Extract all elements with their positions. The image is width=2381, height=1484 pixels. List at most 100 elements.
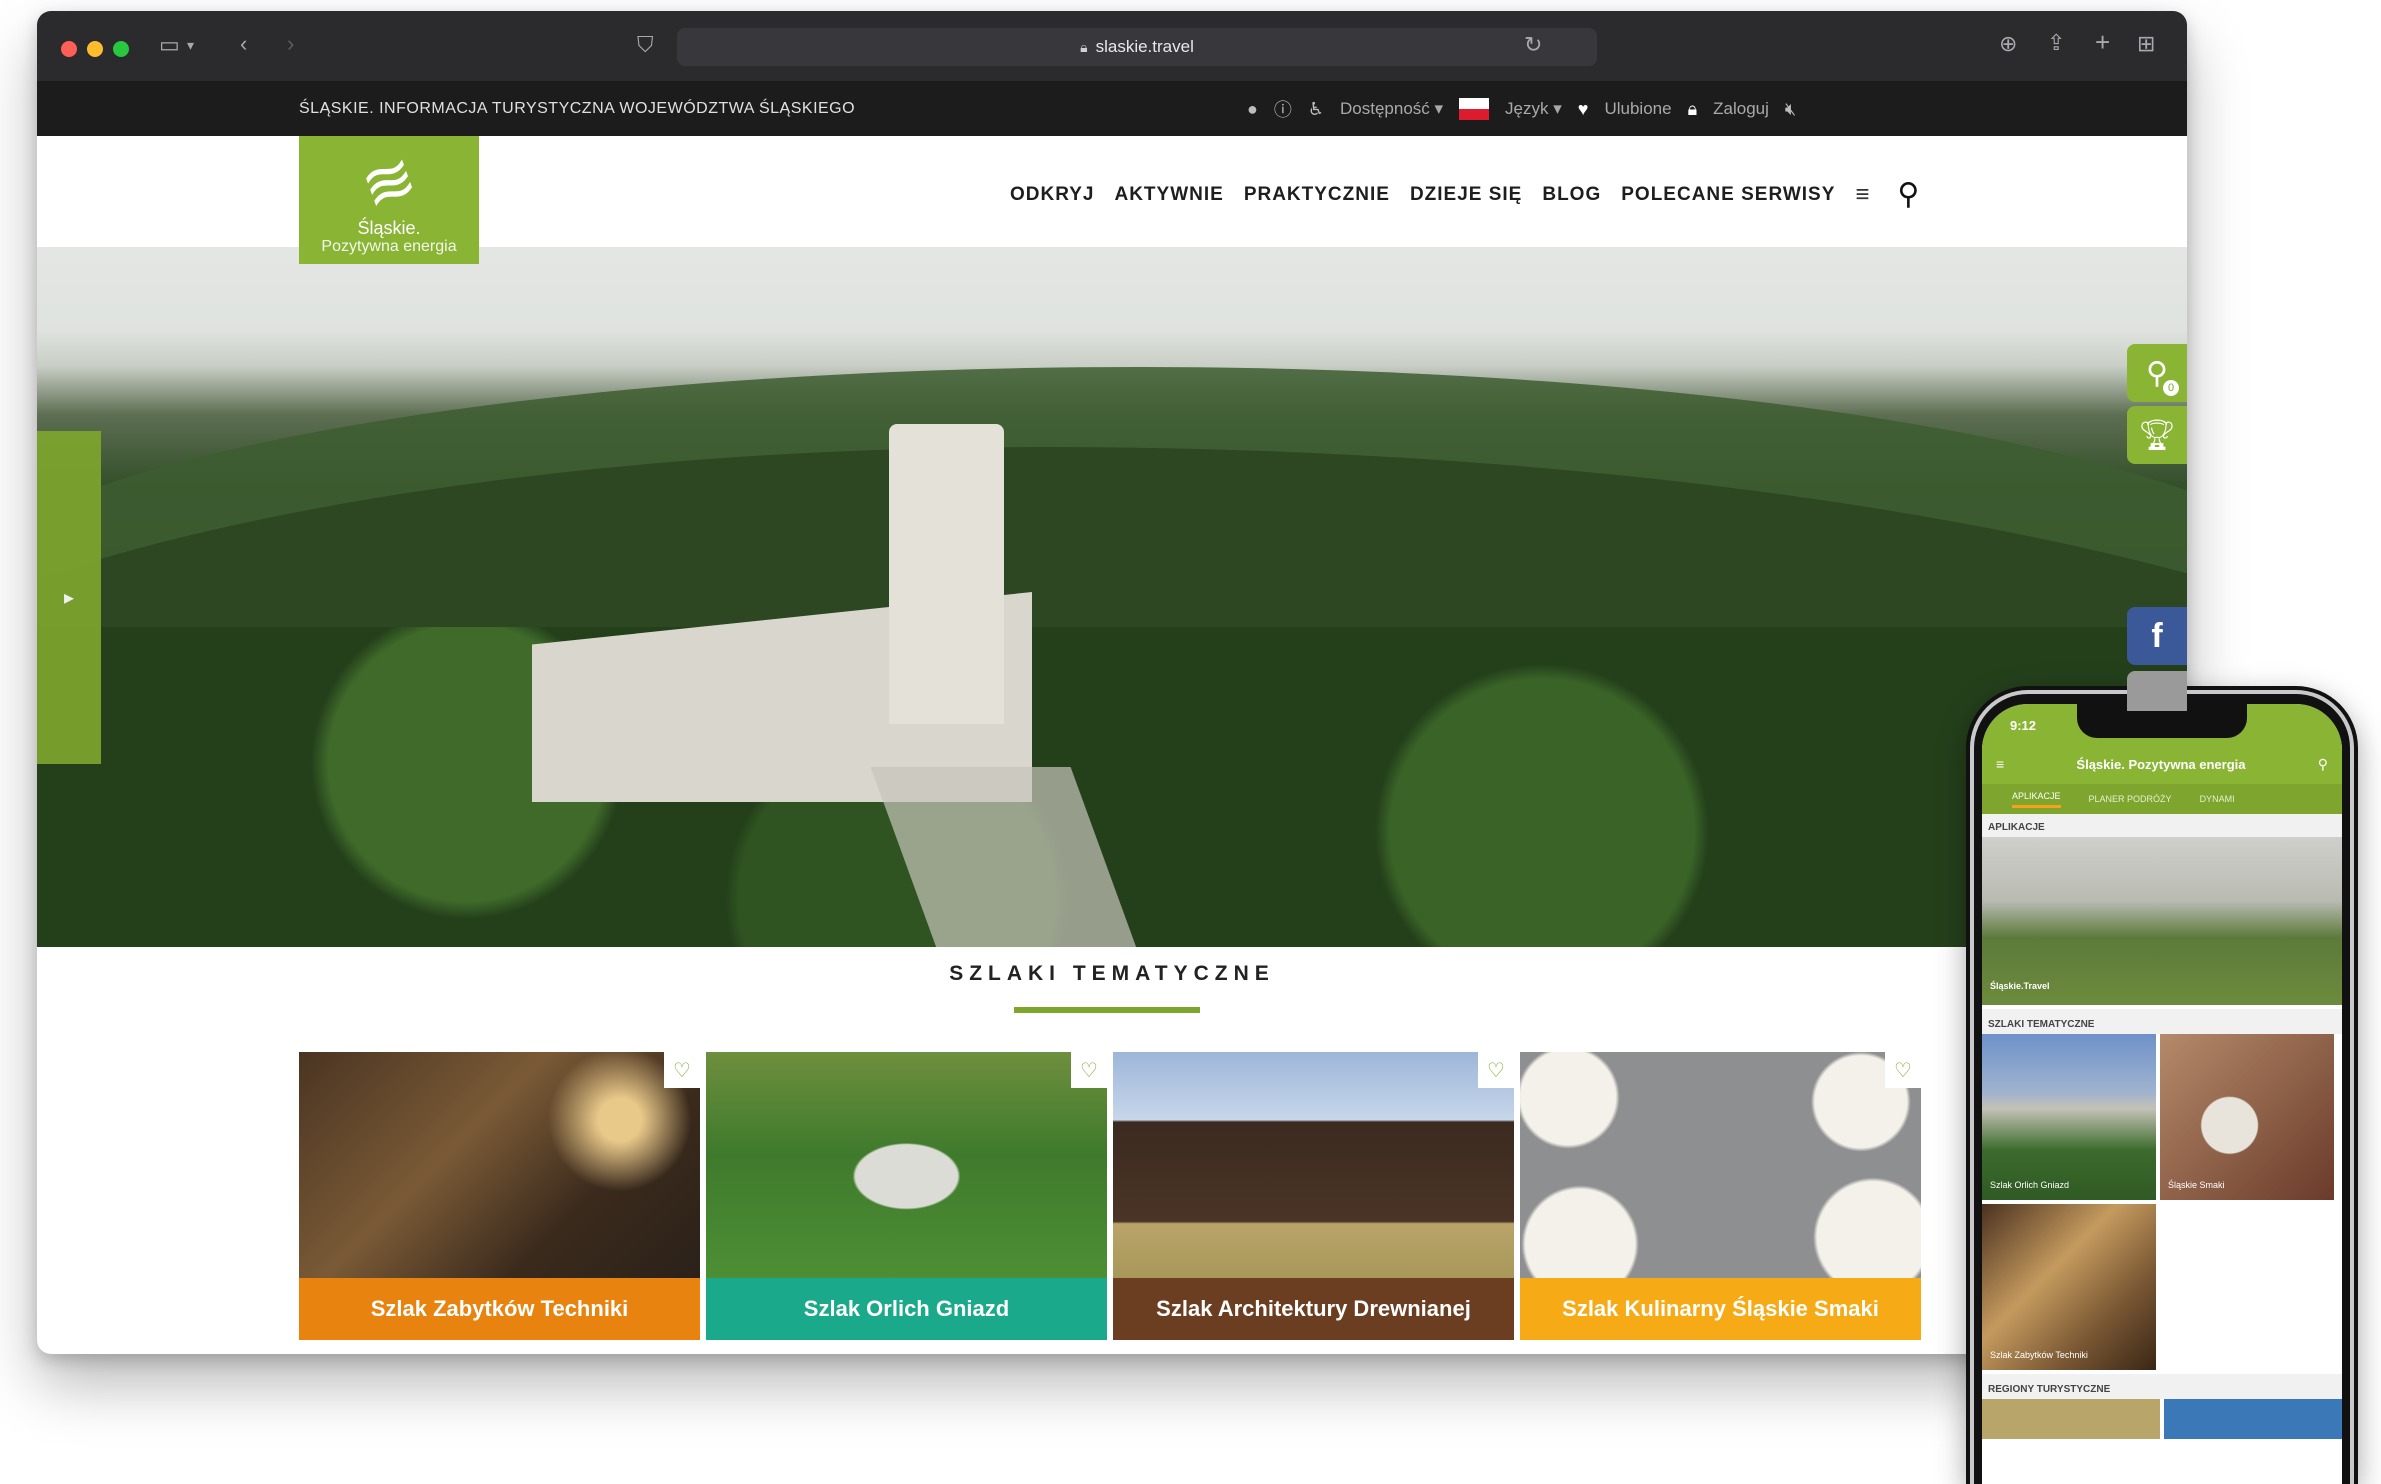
phone-section-apps: APLIKACJE <box>1982 814 2342 837</box>
trail-card-architektura[interactable]: ♡ Szlak Architektury Drewnianej <box>1113 1052 1514 1340</box>
phone-section-regions: REGIONY TURYSTYCZNE <box>1982 1374 2342 1399</box>
phone-tile-smaki[interactable]: Śląskie Smaki <box>2160 1034 2334 1200</box>
phone-brand[interactable]: Śląskie. Pozytywna energia <box>2076 757 2245 772</box>
section-underline <box>1014 1007 1200 1013</box>
nav-item-odkryj[interactable]: ODKRYJ <box>1010 184 1094 206</box>
phone-region-tile[interactable] <box>1982 1399 2160 1439</box>
phone-search-icon[interactable]: ⚲ <box>2318 756 2328 773</box>
accessibility-menu[interactable]: Dostępność ▾ <box>1340 99 1443 119</box>
nav-item-polecane-serwisy[interactable]: POLECANE SERWISY <box>1621 184 1835 206</box>
address-bar[interactable]: 🔒︎ slaskie.travel <box>677 28 1597 66</box>
phone-app-tile[interactable]: Śląskie.Travel <box>1982 837 2342 1005</box>
new-tab-icon[interactable]: + <box>2095 29 2110 55</box>
phone-header: ≡ Śląskie. Pozytywna energia ⚲ <box>1982 744 2342 784</box>
trophy-icon: 🏆︎ <box>2137 418 2177 452</box>
phone-mockup: 9:12 ≡ Śląskie. Pozytywna energia ⚲ APLI… <box>1966 686 2358 1484</box>
favorites-link[interactable]: Ulubione <box>1604 99 1671 119</box>
phone-tabs: APLIKACJE PLANER PODRÓŻY DYNAMI <box>1982 784 2342 814</box>
trail-card-kulinarny[interactable]: ♡ Szlak Kulinarny Śląskie Smaki <box>1520 1052 1921 1340</box>
site-info-text: ŚLĄSKIE. INFORMACJA TURYSTYCZNA WOJEWÓDZ… <box>299 100 856 117</box>
phone-tab-planer[interactable]: PLANER PODRÓŻY <box>2089 794 2172 804</box>
card-image <box>1520 1052 1921 1278</box>
phone-tile-caption: Szlak Orlich Gniazd <box>1990 1180 2070 1190</box>
zoom-window-button[interactable] <box>113 41 129 57</box>
address-url: slaskie.travel <box>1095 37 1194 56</box>
contrast-icon[interactable]: ● <box>1247 99 1258 120</box>
trail-cards: ♡ Szlak Zabytków Techniki ♡ Szlak Orlich… <box>299 1052 1921 1340</box>
browser-toolbar: ▭ ▾ ‹ › ⛉ 🔒︎ slaskie.travel ↻ ⊕ ⇪ + ⊞ <box>37 11 2187 81</box>
phone-tab-aplikacje[interactable]: APLIKACJE <box>2012 791 2061 808</box>
logo-mark-icon: ≋ <box>351 139 427 225</box>
minimize-window-button[interactable] <box>87 41 103 57</box>
tab-overview-icon[interactable]: ⊞ <box>2137 33 2155 55</box>
close-window-button[interactable] <box>61 41 77 57</box>
nav-item-praktycznie[interactable]: PRAKTYCZNIE <box>1244 184 1390 206</box>
phone-time: 9:12 <box>2010 718 2037 733</box>
nav-item-aktywnie[interactable]: AKTYWNIE <box>1114 184 1223 206</box>
padlock-icon[interactable]: 🔒︎ <box>1688 99 1698 120</box>
back-icon[interactable]: ‹ <box>240 33 247 55</box>
forward-icon[interactable]: › <box>287 33 294 55</box>
site-header: ≋ Śląskie. Pozytywna energia ODKRYJ AKTY… <box>37 136 2187 264</box>
trail-card-orle-gniazda[interactable]: ♡ Szlak Orlich Gniazd <box>706 1052 1107 1340</box>
phone-tile-technika[interactable]: Szlak Zabytków Techniki <box>1982 1204 2156 1370</box>
logo-tagline: Pozytywna energia <box>321 238 457 255</box>
sidebar-toggle-icon[interactable]: ▭ <box>159 34 180 56</box>
section-title: SZLAKI TEMATYCZNE <box>949 962 1275 985</box>
main-nav: ODKRYJ AKTYWNIE PRAKTYCZNIE DZIEJE SIĘ B… <box>1010 177 1919 212</box>
phone-tile-orle[interactable]: Szlak Orlich Gniazd <box>1982 1034 2156 1200</box>
mute-icon[interactable]: 🔇︎ <box>1785 99 1796 120</box>
favorite-heart-icon[interactable]: ♡ <box>1478 1052 1514 1088</box>
share-icon[interactable]: ⇪ <box>2047 32 2065 54</box>
favorite-heart-icon[interactable]: ♡ <box>1885 1052 1921 1088</box>
accessibility-icon[interactable]: ♿︎ <box>1308 99 1324 120</box>
card-image <box>706 1052 1107 1278</box>
nav-item-dzieje-sie[interactable]: DZIEJE SIĘ <box>1410 184 1522 206</box>
polish-flag-icon[interactable] <box>1459 98 1490 120</box>
phone-section-trails: SZLAKI TEMATYCZNE <box>1982 1009 2342 1034</box>
search-icon[interactable]: ⚲ <box>1897 177 1919 212</box>
logo-brand: Śląskie. <box>357 218 421 238</box>
card-label: Szlak Kulinarny Śląskie Smaki <box>1520 1278 1921 1340</box>
favorite-heart-icon[interactable]: ♡ <box>664 1052 700 1088</box>
download-icon[interactable]: ⊕ <box>1999 33 2017 55</box>
heart-icon[interactable]: ♥ <box>1578 99 1589 120</box>
phone-tab-dynami[interactable]: DYNAMI <box>2200 794 2235 804</box>
castle-tower <box>889 424 1004 724</box>
card-image <box>299 1052 700 1278</box>
phone-tile-caption: Śląskie Smaki <box>2168 1180 2225 1190</box>
site-logo[interactable]: ≋ Śląskie. Pozytywna energia <box>299 136 479 264</box>
nav-item-blog[interactable]: BLOG <box>1542 184 1601 206</box>
trail-card-technika[interactable]: ♡ Szlak Zabytków Techniki <box>299 1052 700 1340</box>
achievements-button[interactable]: 🏆︎ <box>2127 406 2187 464</box>
login-link[interactable]: Zaloguj <box>1713 99 1769 119</box>
phone-trail-grid: Szlak Orlich Gniazd Śląskie Smaki Szlak … <box>1982 1034 2342 1370</box>
phone-menu-icon[interactable]: ≡ <box>1996 756 2004 772</box>
phone-region-tile[interactable] <box>2164 1399 2342 1439</box>
card-label: Szlak Architektury Drewnianej <box>1113 1278 1514 1340</box>
menu-icon[interactable]: ≡ <box>1855 181 1869 209</box>
reload-icon[interactable]: ↻ <box>1524 34 1542 56</box>
favorite-heart-icon[interactable]: ♡ <box>1071 1052 1107 1088</box>
phone-region-tiles <box>1982 1399 2342 1439</box>
card-image <box>1113 1052 1514 1278</box>
site-info-bar: ŚLĄSKIE. INFORMACJA TURYSTYCZNA WOJEWÓDZ… <box>37 81 2187 136</box>
route-planner-button[interactable]: ⚲ 0 <box>2127 344 2187 402</box>
topbar-tools: ● ⓘ ♿︎ Dostępność ▾ Język ▾ ♥ Ulubione 🔒… <box>1247 96 1796 122</box>
facebook-icon: f <box>2151 616 2163 655</box>
help-icon[interactable]: ⓘ <box>1274 96 1292 122</box>
card-label: Szlak Orlich Gniazd <box>706 1278 1107 1340</box>
phone-home-indicator[interactable] <box>2102 1467 2232 1472</box>
language-menu[interactable]: Język ▾ <box>1505 99 1562 119</box>
shield-icon[interactable]: ⛉ <box>637 34 654 56</box>
browser-window: ▭ ▾ ‹ › ⛉ 🔒︎ slaskie.travel ↻ ⊕ ⇪ + ⊞ ŚL… <box>37 11 2187 1354</box>
card-label: Szlak Zabytków Techniki <box>299 1278 700 1340</box>
instagram-button[interactable] <box>2127 671 2187 711</box>
planner-badge: 0 <box>2163 380 2179 396</box>
lock-icon: 🔒︎ <box>1080 38 1088 55</box>
hero-image <box>37 247 2187 947</box>
chevron-down-icon[interactable]: ▾ <box>187 34 194 56</box>
play-icon: ▸ <box>63 587 75 609</box>
hero-slide-tab[interactable]: ▸ <box>37 431 101 764</box>
facebook-button[interactable]: f <box>2127 607 2187 665</box>
